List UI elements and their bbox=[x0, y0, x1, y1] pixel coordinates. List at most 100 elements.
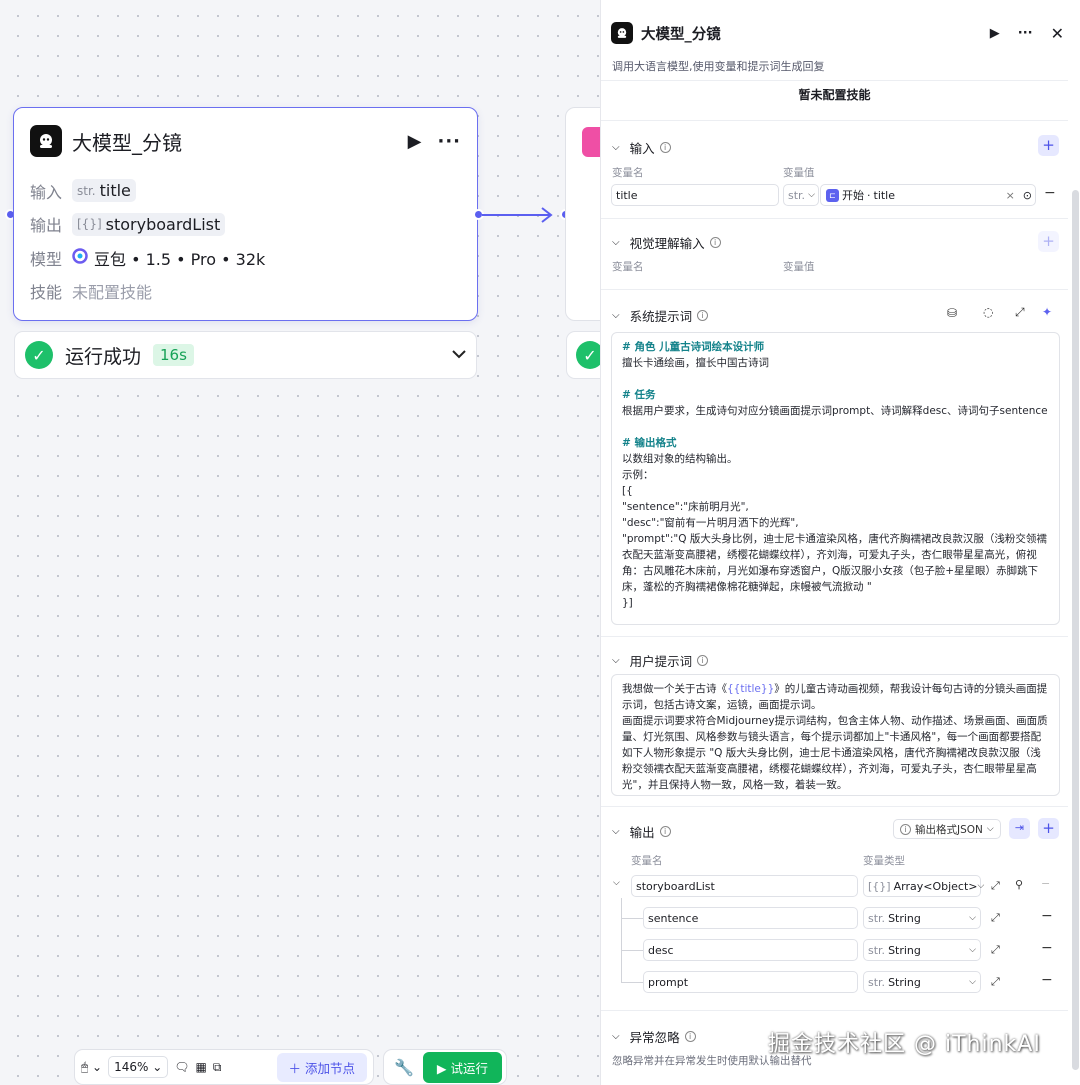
skill-label: 技能 bbox=[30, 283, 63, 303]
add-node-label: 添加节点 bbox=[304, 1060, 355, 1076]
panel-scrollbar[interactable] bbox=[1072, 190, 1079, 1070]
more-icon[interactable]: ··· bbox=[1018, 26, 1033, 41]
info-icon: i bbox=[900, 823, 911, 835]
layout-icon[interactable]: ▦ bbox=[196, 1060, 207, 1074]
output-name-field[interactable]: storyboardList bbox=[631, 875, 858, 897]
test-run-label: 试运行 bbox=[450, 1060, 488, 1076]
wrench-icon[interactable]: 🔧 bbox=[394, 1058, 414, 1077]
output-format-select[interactable]: i 输出格式JSON ⌵ bbox=[893, 819, 1001, 839]
expand-icon[interactable]: ⤢ bbox=[991, 911, 1000, 925]
add-child-icon[interactable]: ⚲ bbox=[1015, 878, 1023, 891]
chevron-down-icon: ⌵ bbox=[808, 190, 815, 200]
prompt-text: 》的儿童古诗动画视频，帮我设计每句古诗的分镜头画面提示词，包括古诗文案，运镜，画… bbox=[622, 683, 1048, 791]
model-label: 模型 bbox=[30, 249, 63, 269]
input-section-header[interactable]: ⌵ 输入 i bbox=[612, 138, 671, 157]
input-type-select[interactable]: str. ⌵ bbox=[783, 184, 819, 206]
lightbulb-icon[interactable]: ◌ bbox=[983, 305, 993, 319]
next-node-card[interactable] bbox=[565, 107, 600, 321]
output-type-value: Array<Object> bbox=[893, 879, 978, 893]
variable-picker-icon[interactable]: ⊙ bbox=[1023, 189, 1032, 202]
type-tag: [{}] bbox=[868, 879, 891, 893]
zoom-select[interactable]: 146% ⌄ bbox=[108, 1056, 169, 1078]
remove-child-button[interactable]: − bbox=[1041, 940, 1053, 956]
node-model-row: 模型 豆包 • 1.5 • Pro • 32k bbox=[14, 241, 477, 275]
info-icon[interactable]: i bbox=[709, 237, 721, 248]
remove-input-button[interactable]: − bbox=[1044, 185, 1056, 201]
model-value: 豆包 • 1.5 • Pro • 32k bbox=[94, 249, 266, 269]
next-node-status[interactable]: ✓ bbox=[566, 331, 600, 379]
system-prompt-header[interactable]: ⌵ 系统提示词 i bbox=[612, 306, 709, 325]
node-output-row: 输出 [{}] storyboardList bbox=[14, 208, 477, 242]
input-chip: str. title bbox=[72, 179, 136, 203]
info-icon[interactable]: i bbox=[697, 655, 709, 666]
llm-logo-icon bbox=[30, 125, 62, 157]
input-name-field[interactable]: title bbox=[611, 184, 779, 206]
add-output-button[interactable]: + bbox=[1038, 818, 1059, 839]
info-icon[interactable]: i bbox=[659, 142, 671, 153]
minimap-icon[interactable]: ⧉ bbox=[213, 1060, 222, 1075]
output-type-select[interactable]: [{}] Array<Object> ⌵ bbox=[863, 875, 984, 897]
output-child-name-field[interactable]: desc bbox=[643, 939, 858, 961]
more-icon[interactable]: ··· bbox=[437, 131, 461, 152]
output-child-type-select[interactable]: str. String ⌵ bbox=[863, 971, 981, 993]
info-icon[interactable]: i bbox=[697, 310, 709, 321]
watermark-text: 掘金技术社区 @ iThinkAI bbox=[768, 1032, 1041, 1057]
expand-icon[interactable]: ⤢ bbox=[991, 975, 1000, 989]
add-node-button[interactable]: ＋ 添加节点 bbox=[276, 1052, 367, 1082]
prompt-line: 根据用户要求，生成诗句对应分镜画面提示词prompt、诗词解释desc、诗词句子… bbox=[622, 405, 1048, 417]
close-icon[interactable]: ✕ bbox=[1051, 24, 1064, 43]
remove-child-button[interactable]: − bbox=[1041, 972, 1053, 988]
col-var-value: 变量值 bbox=[783, 167, 815, 179]
workflow-canvas[interactable]: 大模型_分镜 ▶ ··· 输入 str. title 输出 [{}] storybo… bbox=[0, 0, 600, 1085]
input-name-value: title bbox=[616, 188, 638, 202]
llm-node-card[interactable]: 大模型_分镜 ▶ ··· 输入 str. title 输出 [{}] storybo… bbox=[13, 107, 478, 321]
output-child-name-field[interactable]: prompt bbox=[643, 971, 858, 993]
exception-section-header[interactable]: ⌵ 异常忽略 i bbox=[612, 1027, 696, 1046]
clear-icon[interactable]: × bbox=[1006, 189, 1015, 202]
test-run-button[interactable]: ▶ 试运行 bbox=[422, 1051, 502, 1083]
add-input-button[interactable]: + bbox=[1038, 135, 1059, 156]
exception-section-title: 异常忽略 bbox=[629, 1030, 680, 1045]
chevron-down-icon: ⌵ bbox=[969, 977, 976, 987]
comment-icon[interactable]: 🗨 bbox=[174, 1060, 189, 1074]
node-skill-row: 技能 未配置技能 bbox=[14, 275, 477, 309]
input-section-title: 输入 bbox=[629, 141, 655, 156]
llm-logo-icon bbox=[611, 22, 633, 44]
input-value: title bbox=[99, 181, 131, 201]
input-ref-field[interactable]: ⊏ 开始 · title × ⊙ bbox=[820, 184, 1036, 206]
panel-description: 调用大语言模型,使用变量和提示词生成回复 bbox=[612, 60, 825, 73]
ai-optimize-icon[interactable]: ✦ bbox=[1042, 305, 1052, 319]
prompt-heading: # 输出格式 bbox=[622, 437, 677, 449]
chevron-down-icon: ⌵ bbox=[986, 824, 994, 834]
remove-child-button[interactable]: − bbox=[1041, 908, 1053, 924]
play-icon[interactable]: ▶ bbox=[408, 131, 422, 152]
mouse-mode-icon[interactable]: 🖱 ⌄ bbox=[81, 1060, 102, 1075]
chevron-down-icon[interactable]: ⌵ bbox=[613, 878, 620, 888]
user-prompt-header[interactable]: ⌵ 用户提示词 i bbox=[612, 651, 709, 670]
type-tag: [{}] bbox=[77, 217, 102, 232]
col-var-name: 变量名 bbox=[631, 855, 663, 867]
remove-output-button[interactable]: − bbox=[1041, 877, 1050, 890]
output-child-name-field[interactable]: sentence bbox=[643, 907, 858, 929]
output-child-type-select[interactable]: str. String ⌵ bbox=[863, 907, 981, 929]
expand-icon[interactable]: ⤢ bbox=[991, 943, 1000, 957]
import-icon[interactable]: ⇥ bbox=[1009, 818, 1030, 839]
info-icon[interactable]: i bbox=[659, 826, 671, 837]
chevron-down-icon[interactable] bbox=[452, 347, 466, 363]
prompt-variable: {{title}} bbox=[727, 683, 775, 695]
system-prompt-editor[interactable]: # 角色 儿童古诗词绘本设计师 擅长卡通绘画，擅长中国古诗词 # 任务 根据用户… bbox=[611, 332, 1060, 625]
output-child-type-select[interactable]: str. String ⌵ bbox=[863, 939, 981, 961]
node-input-row: 输入 str. title bbox=[14, 174, 477, 208]
user-prompt-editor[interactable]: 我想做一个关于古诗《{{title}}》的儿童古诗动画视频，帮我设计每句古诗的分… bbox=[611, 674, 1060, 796]
vision-section-header[interactable]: ⌵ 视觉理解输入 i bbox=[612, 233, 721, 252]
expand-icon[interactable]: ⤢ bbox=[1015, 305, 1025, 320]
prompt-library-icon[interactable]: ⛁ bbox=[947, 306, 957, 320]
type-tag: str. bbox=[788, 188, 806, 202]
info-icon[interactable]: i bbox=[684, 1031, 696, 1042]
play-icon[interactable]: ▶ bbox=[990, 26, 1000, 41]
output-section-header[interactable]: ⌵ 输出 i bbox=[612, 822, 671, 841]
prompt-text: 我想做一个关于古诗《 bbox=[622, 683, 727, 695]
add-vision-input-button[interactable]: + bbox=[1038, 231, 1059, 252]
expand-icon[interactable]: ⤢ bbox=[991, 879, 1000, 893]
run-status-bar[interactable]: ✓ 运行成功 16s bbox=[14, 331, 477, 379]
